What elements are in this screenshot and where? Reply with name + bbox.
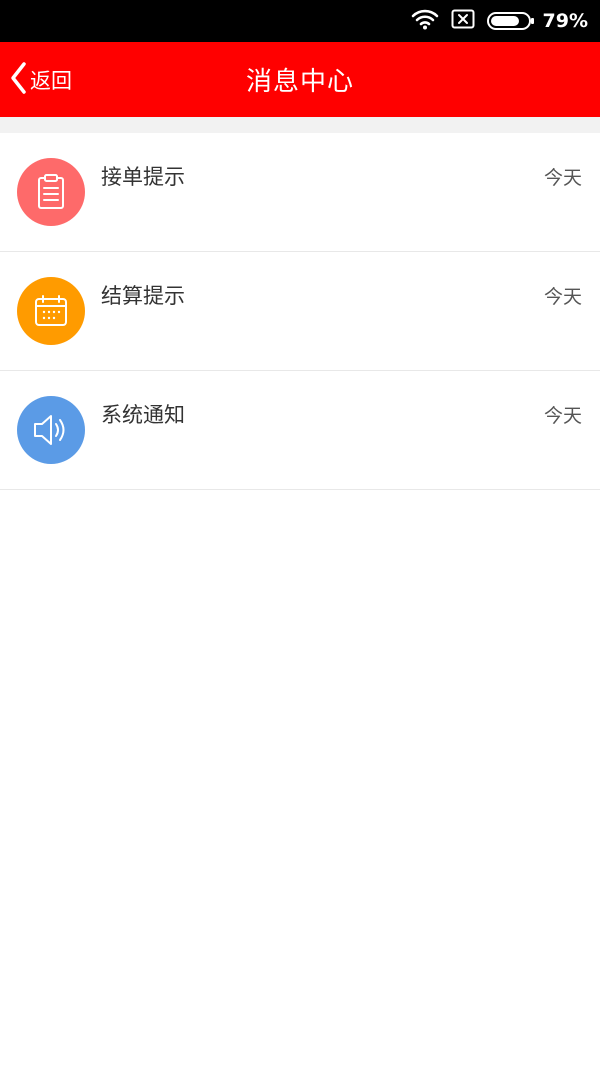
back-label: 返回 [30,68,72,93]
speaker-icon [17,396,85,464]
list-item-settlement-notice[interactable]: 结算提示 今天 [0,252,600,371]
no-sim-icon [451,9,475,33]
page-title: 消息中心 [245,67,354,97]
nav-bar: 返回 消息中心 [0,42,600,117]
calendar-icon [17,277,85,345]
message-time: 今天 [543,167,582,189]
list-item-system-notice[interactable]: 系统通知 今天 [0,371,600,490]
message-time: 今天 [543,286,582,308]
battery-percent: 79% [542,10,588,32]
message-time: 今天 [543,405,582,427]
battery-icon [486,12,534,30]
chevron-left-icon [8,60,28,100]
list-item-order-notice[interactable]: 接单提示 今天 [0,133,600,252]
message-title: 接单提示 [101,165,185,189]
status-bar: 79% [0,0,600,42]
wifi-icon [411,8,439,34]
back-button[interactable]: 返回 [8,42,72,117]
section-divider [0,117,600,133]
message-title: 系统通知 [101,403,185,427]
message-list: 接单提示 今天 结算提示 今天 系统通知 今天 [0,133,600,490]
message-title: 结算提示 [101,284,185,308]
clipboard-icon [17,158,85,226]
